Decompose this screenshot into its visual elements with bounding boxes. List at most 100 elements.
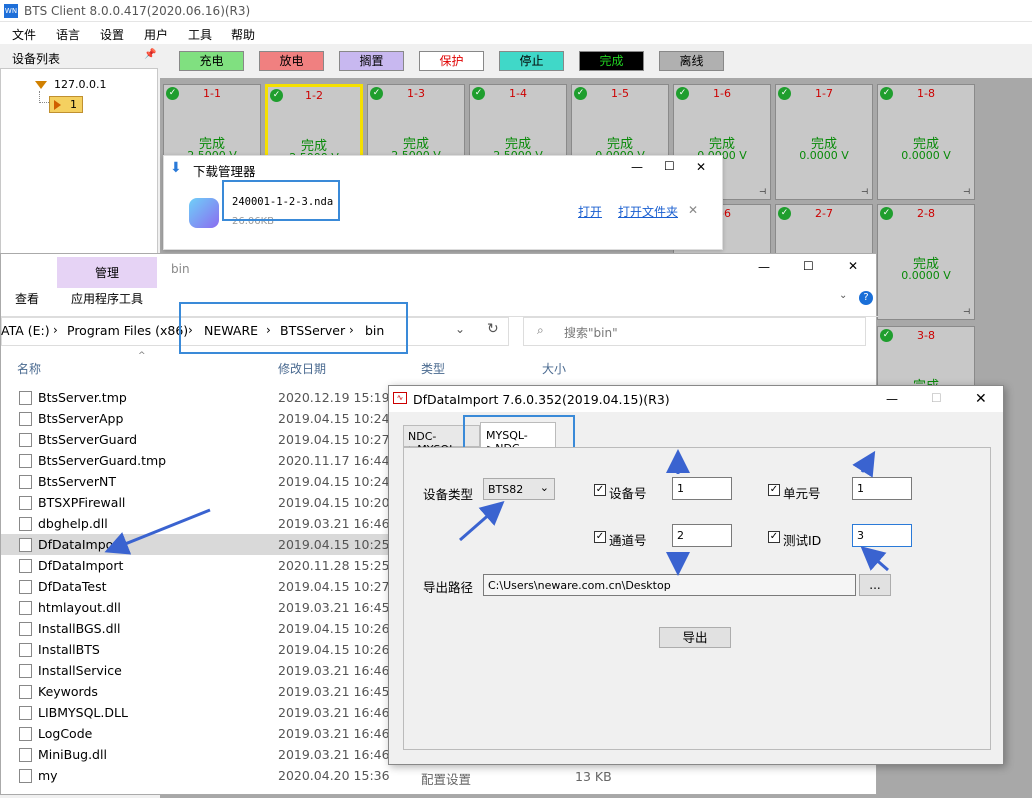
file-row[interactable]: DfDataTest 2019.04.15 10:27 (1, 576, 391, 597)
download-manager-title: 下载管理器 (193, 164, 256, 179)
close-icon[interactable]: ✕ (848, 259, 858, 273)
menu-user[interactable]: 用户 (144, 26, 168, 43)
file-name: BtsServerNT (38, 474, 116, 489)
minimize-icon[interactable]: — (631, 160, 643, 174)
menu-settings[interactable]: 设置 (100, 26, 124, 43)
device-type-select[interactable]: BTS82 ⌄ (483, 478, 555, 500)
chevron-down-icon[interactable]: ⌄ (839, 290, 847, 301)
file-row[interactable]: LogCode 2019.03.21 16:46 (1, 723, 391, 744)
channel-no-label: 通道号 (609, 533, 647, 548)
channel-id: 1-3 (407, 87, 425, 100)
sort-up-icon: ^ (138, 351, 146, 361)
device-ip[interactable]: 127.0.0.1 (54, 78, 106, 91)
channel-cell[interactable]: ✓ 1-7 完成 0.0000 V ⊣ (775, 84, 873, 200)
file-icon (19, 496, 32, 510)
minimize-icon[interactable]: — (886, 392, 898, 406)
export-path-input[interactable] (483, 574, 856, 596)
file-icon (19, 559, 32, 573)
file-row[interactable]: InstallBGS.dll 2019.04.15 10:26 (1, 618, 391, 639)
file-row[interactable]: BtsServer.tmp 2020.12.19 15:19 (1, 387, 391, 408)
channel-id: 1-1 (203, 87, 221, 100)
col-size[interactable]: 大小 (542, 360, 566, 377)
file-icon (19, 727, 32, 741)
file-row[interactable]: MiniBug.dll 2019.03.21 16:46 (1, 744, 391, 765)
ribbon-view-tab[interactable]: 查看 (15, 290, 39, 307)
unit-no-checkbox[interactable]: ✓ (768, 484, 780, 496)
menu-help[interactable]: 帮助 (231, 26, 255, 43)
test-id-input[interactable] (852, 524, 912, 547)
maximize-icon[interactable]: ☐ (803, 259, 814, 273)
device-no-checkbox[interactable]: ✓ (594, 484, 606, 496)
file-row[interactable]: BtsServerGuard 2019.04.15 10:27 (1, 429, 391, 450)
remove-icon[interactable]: ✕ (688, 203, 698, 217)
file-icon (19, 580, 32, 594)
channel-cell[interactable]: ✓ 2-8 完成 0.0000 V ⊣ (877, 204, 975, 320)
export-button[interactable]: 导出 (659, 627, 731, 648)
file-row[interactable]: InstallService 2019.03.21 16:46 (1, 660, 391, 681)
breadcrumb-program-files[interactable]: Program Files (x86) (67, 323, 188, 338)
expand-icon[interactable] (35, 81, 47, 89)
file-type: 配置设置 (421, 772, 472, 787)
channel-no-checkbox[interactable]: ✓ (594, 531, 606, 543)
file-row[interactable]: Keywords 2019.03.21 16:45 (1, 681, 391, 702)
channel-id: 1-5 (611, 87, 629, 100)
menu-tools[interactable]: 工具 (188, 26, 212, 43)
app-title: BTS Client 8.0.0.417(2020.06.16)(R3) (24, 4, 251, 18)
ribbon-apptools-tab[interactable]: 应用程序工具 (71, 290, 143, 307)
file-date: 2019.04.15 10:27 (278, 432, 390, 447)
unit-no-label: 单元号 (783, 486, 821, 501)
close-icon[interactable]: ✕ (696, 160, 706, 174)
file-name: BtsServer.tmp (38, 390, 127, 405)
file-row[interactable]: dbghelp.dll 2019.03.21 16:46 (1, 513, 391, 534)
device-no-input[interactable] (672, 477, 732, 500)
file-icon (19, 454, 32, 468)
help-icon[interactable]: ? (859, 291, 873, 305)
file-row[interactable]: BtsServerApp 2019.04.15 10:24 (1, 408, 391, 429)
file-name: BTSXPFirewall (38, 495, 126, 510)
refresh-icon[interactable]: ↻ (487, 321, 499, 337)
file-name: BtsServerApp (38, 411, 124, 426)
menu-language[interactable]: 语言 (56, 26, 80, 43)
file-icon (19, 706, 32, 720)
file-row[interactable]: htmlayout.dll 2019.03.21 16:45 (1, 597, 391, 618)
minimize-icon[interactable]: — (758, 260, 770, 274)
browse-button[interactable]: ... (859, 574, 891, 596)
file-row[interactable]: BtsServerNT 2019.04.15 10:24 (1, 471, 391, 492)
pin-icon: ⊣ (963, 187, 970, 196)
file-row[interactable]: DfDataImport 2019.04.15 10:25 (1, 534, 411, 555)
legend-5: 停止 (499, 51, 564, 71)
channel-no-input[interactable] (672, 524, 732, 547)
close-icon[interactable]: ✕ (975, 391, 987, 407)
legend-2: 放电 (259, 51, 324, 71)
test-id-label: 测试ID (783, 533, 822, 548)
file-row[interactable]: BtsServerGuard.tmp 2020.11.17 16:44 (1, 450, 391, 471)
col-type[interactable]: 类型 (421, 360, 445, 377)
open-folder-link[interactable]: 打开文件夹 (618, 203, 678, 220)
device-no-label: 设备号 (609, 486, 647, 501)
channel-id: 1-8 (917, 87, 935, 100)
chevron-down-icon[interactable]: ⌄ (455, 322, 465, 336)
file-row[interactable]: LIBMYSQL.DLL 2019.03.21 16:46 (1, 702, 391, 723)
file-icon (19, 475, 32, 489)
open-link[interactable]: 打开 (578, 203, 602, 220)
file-row[interactable]: DfDataImport 2020.11.28 15:25 (1, 555, 391, 576)
maximize-icon[interactable]: ☐ (664, 159, 675, 173)
breadcrumb-drive[interactable]: ATA (E:) (1, 323, 50, 338)
search-icon: ⌕ (537, 323, 544, 337)
pin-icon[interactable]: 📌 (144, 49, 156, 60)
col-name[interactable]: 名称 (17, 360, 41, 377)
channel-id: 1-2 (305, 89, 323, 102)
pin-icon: ⊣ (759, 187, 766, 196)
file-icon (19, 517, 32, 531)
file-row[interactable]: BTSXPFirewall 2019.04.15 10:20 (1, 492, 391, 513)
file-row[interactable]: InstallBTS 2019.04.15 10:26 (1, 639, 391, 660)
unit-node[interactable]: 1 (49, 96, 83, 113)
file-row[interactable]: my 2020.04.20 15:36 (1, 765, 391, 786)
unit-no-input[interactable] (852, 477, 912, 500)
menu-file[interactable]: 文件 (12, 26, 36, 43)
channel-cell[interactable]: ✓ 1-8 完成 0.0000 V ⊣ (877, 84, 975, 200)
col-date[interactable]: 修改日期 (278, 360, 326, 377)
test-id-checkbox[interactable]: ✓ (768, 531, 780, 543)
file-date: 2019.04.15 10:27 (278, 579, 390, 594)
file-name: DfDataImport (38, 558, 124, 573)
